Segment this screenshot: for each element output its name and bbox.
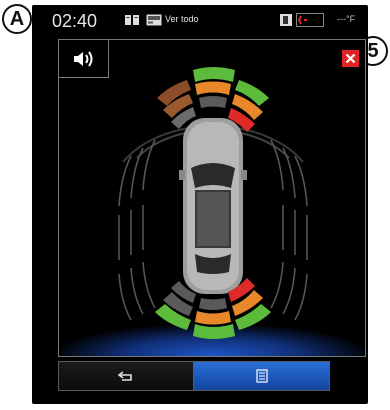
parking-sensor-panel [58, 39, 366, 357]
rear-center-outer-zone [193, 324, 235, 339]
back-arrow-icon [117, 371, 132, 381]
sound-button[interactable] [59, 40, 109, 78]
signal-icon [296, 13, 324, 27]
car-windshield [191, 163, 235, 188]
speaker-icon [73, 50, 92, 67]
rear-center-inner-zone [199, 298, 227, 310]
media-icon[interactable] [146, 14, 162, 26]
left-side-sensor-lines [118, 139, 156, 321]
callout-a: A [2, 4, 32, 34]
phone-icon[interactable] [279, 13, 293, 27]
list-icon [255, 369, 268, 383]
front-center-middle-zone [195, 81, 231, 95]
status-bar: 02:40 Ver todo ---°F [32, 5, 368, 35]
list-button[interactable] [194, 362, 329, 390]
view-all-label[interactable]: Ver todo [165, 14, 199, 24]
bottom-toolbar [58, 361, 330, 391]
clock: 02:40 [52, 11, 98, 31]
front-center-inner-zone [199, 96, 227, 108]
multimedia-screen: 02:40 Ver todo ---°F [32, 5, 368, 404]
book-icon[interactable] [124, 14, 140, 26]
back-button[interactable] [59, 362, 194, 390]
car-top-view [179, 118, 247, 294]
temperature-readout: ---°F [337, 14, 356, 24]
right-side-sensor-lines [270, 139, 308, 321]
close-icon [345, 53, 356, 64]
parking-sensor-view [118, 67, 308, 339]
front-center-outer-zone [193, 67, 235, 82]
close-button[interactable] [342, 50, 359, 67]
rear-center-middle-zone [195, 311, 231, 325]
